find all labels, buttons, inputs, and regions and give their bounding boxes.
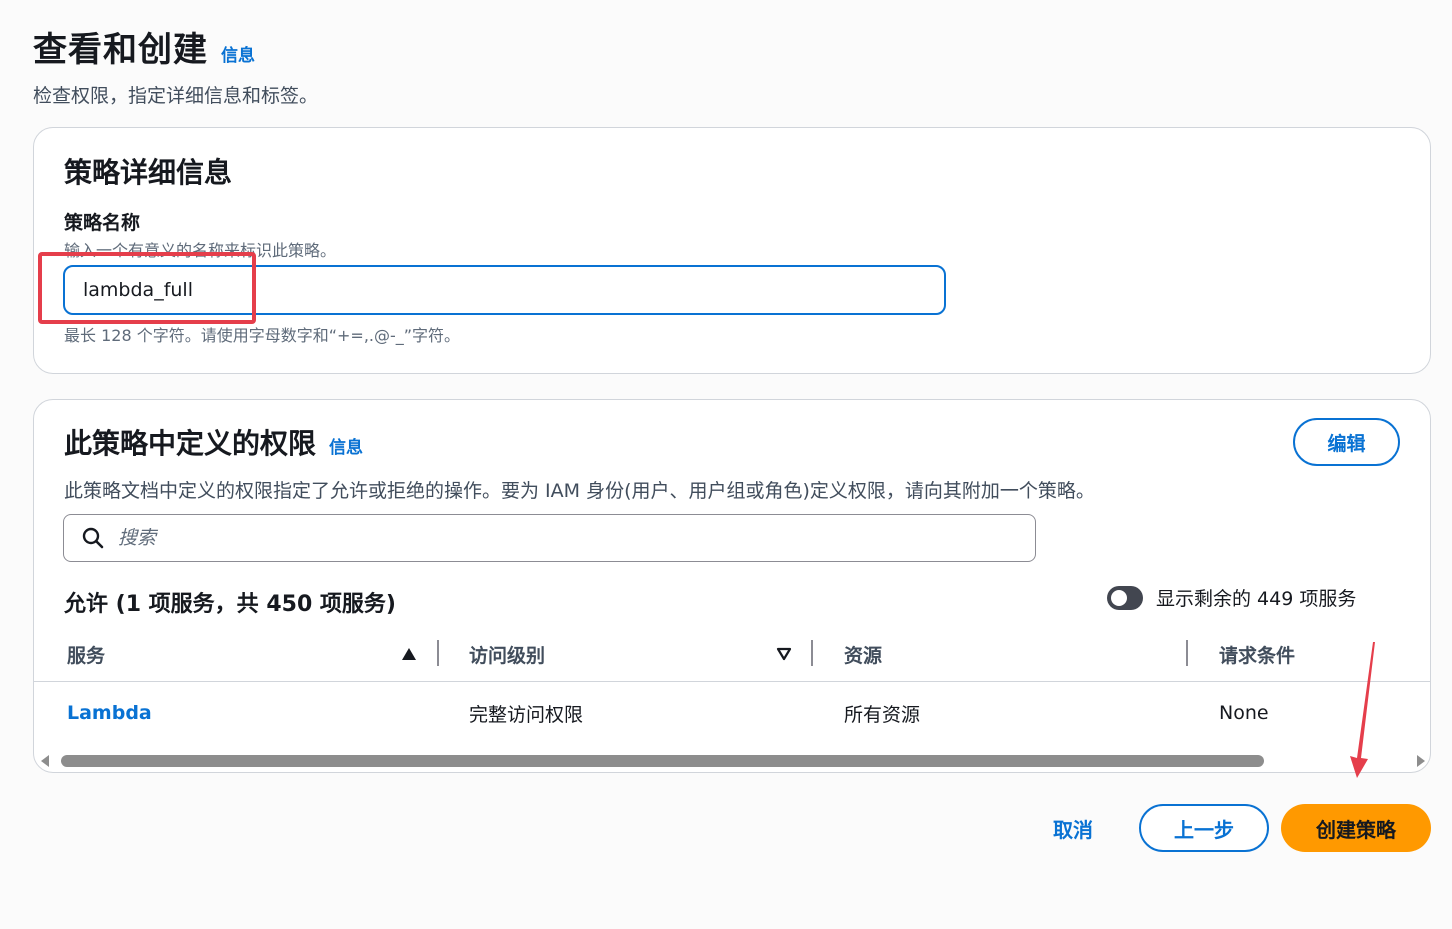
create-policy-button[interactable]: 创建策略	[1281, 804, 1431, 852]
show-remaining-toggle[interactable]	[1107, 585, 1143, 610]
previous-button[interactable]: 上一步	[1139, 804, 1269, 852]
show-remaining-toggle-row: 显示剩余的 449 项服务	[1107, 584, 1356, 611]
sort-ascending-icon[interactable]	[401, 647, 417, 661]
permissions-table: 服务 访问级别 资源 请求条件 Lambda 完整访问权限 所有资源 None	[34, 626, 1430, 744]
page-title-row: 查看和创建 信息	[33, 22, 318, 71]
horizontal-scrollbar[interactable]	[34, 750, 1430, 772]
search-icon	[82, 527, 104, 549]
edit-button[interactable]: 编辑	[1293, 418, 1400, 466]
permissions-info-link[interactable]: 信息	[329, 433, 363, 458]
access-level-cell: 完整访问权限	[469, 703, 584, 726]
conditions-cell: None	[1219, 702, 1269, 724]
permissions-title: 此策略中定义的权限	[64, 427, 317, 460]
page-subtitle: 检查权限，指定详细信息和标签。	[33, 85, 319, 107]
allow-heading: 允许 (1 项服务，共 450 项服务)	[64, 592, 396, 617]
column-divider[interactable]	[1186, 640, 1188, 666]
policy-details-card: 策略详细信息 策略名称 输入一个有意义的名称来标识此策略。 最长 128 个字符…	[33, 127, 1431, 374]
column-header-access-level[interactable]: 访问级别	[469, 626, 545, 682]
column-header-service[interactable]: 服务	[67, 626, 105, 682]
search-box[interactable]	[63, 514, 1036, 562]
policy-details-title: 策略详细信息	[64, 156, 233, 189]
permissions-description: 此策略文档中定义的权限指定了允许或拒绝的操作。要为 IAM 身份(用户、用户组或…	[64, 480, 1095, 502]
resource-cell: 所有资源	[844, 703, 921, 726]
page-info-link[interactable]: 信息	[221, 41, 255, 66]
cancel-button[interactable]: 取消	[1040, 806, 1106, 850]
table-row: Lambda 完整访问权限 所有资源 None	[34, 682, 1430, 744]
permissions-card: 此策略中定义的权限 信息 编辑 此策略文档中定义的权限指定了允许或拒绝的操作。要…	[33, 399, 1431, 773]
sort-descending-icon[interactable]	[776, 647, 792, 661]
scrollbar-thumb[interactable]	[61, 755, 1264, 767]
column-header-resource[interactable]: 资源	[844, 626, 882, 682]
column-divider[interactable]	[437, 640, 439, 666]
search-input[interactable]	[118, 527, 1018, 549]
column-header-conditions[interactable]: 请求条件	[1219, 626, 1295, 682]
scroll-left-arrow-icon[interactable]	[40, 754, 50, 768]
toggle-knob	[1111, 589, 1127, 606]
table-header: 服务 访问级别 资源 请求条件	[34, 626, 1430, 682]
page-header: 查看和创建 信息 检查权限，指定详细信息和标签。	[33, 22, 318, 108]
policy-name-label: 策略名称	[64, 212, 141, 234]
scroll-right-arrow-icon[interactable]	[1416, 754, 1426, 768]
page-title: 查看和创建	[33, 30, 208, 70]
permissions-title-row: 此策略中定义的权限 信息	[64, 422, 363, 462]
policy-name-input[interactable]	[63, 265, 946, 315]
column-divider[interactable]	[811, 640, 813, 666]
policy-name-constraint: 最长 128 个字符。请使用字母数字和“+=,.@-_”字符。	[64, 326, 461, 345]
show-remaining-label: 显示剩余的 449 项服务	[1156, 588, 1357, 610]
policy-name-description: 输入一个有意义的名称来标识此策略。	[64, 241, 337, 260]
service-link-lambda[interactable]: Lambda	[67, 702, 152, 724]
